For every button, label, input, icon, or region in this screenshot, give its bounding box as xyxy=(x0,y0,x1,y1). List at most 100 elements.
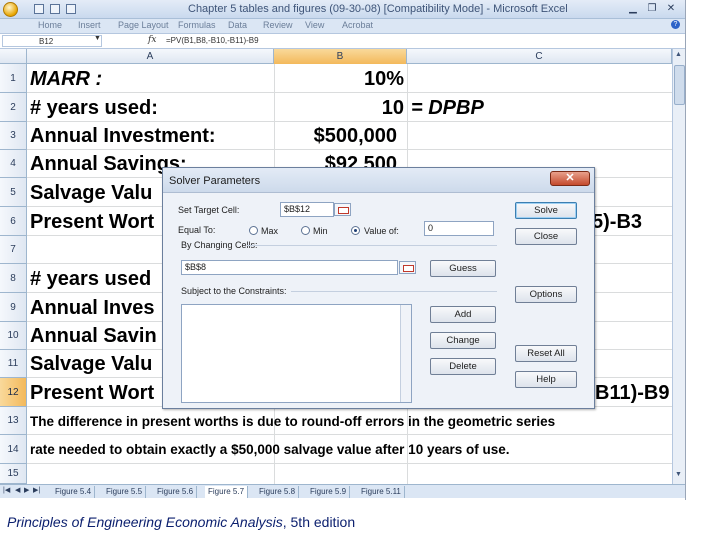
sheet-tab[interactable]: Figure 5.8 xyxy=(256,486,300,498)
cell-a2[interactable]: # years used: xyxy=(30,97,158,120)
cell-c2[interactable]: = DPBP xyxy=(411,97,484,120)
options-button[interactable]: Options xyxy=(515,286,577,303)
sheet-tab[interactable]: Figure 5.11 xyxy=(358,486,405,498)
value-of-input[interactable]: 0 xyxy=(424,221,494,236)
gridline xyxy=(27,149,672,150)
undo-icon[interactable] xyxy=(50,4,60,14)
help-button[interactable]: Help xyxy=(515,371,577,388)
cell-a10[interactable]: Annual Savin xyxy=(30,325,157,348)
tab-data[interactable]: Data xyxy=(228,20,247,30)
office-button-icon[interactable] xyxy=(3,2,18,17)
row-header[interactable]: 8 xyxy=(0,264,27,293)
scroll-up-icon[interactable]: ▲ xyxy=(675,51,682,58)
constraints-list[interactable] xyxy=(181,304,412,403)
prev-sheet-icon[interactable]: ◀ xyxy=(15,486,20,494)
radio-value-of[interactable] xyxy=(351,226,360,235)
cell-a3[interactable]: Annual Investment: xyxy=(30,125,216,148)
radio-min[interactable] xyxy=(301,226,310,235)
cell-b2[interactable]: 10 xyxy=(277,97,404,120)
chevron-down-icon[interactable]: ▼ xyxy=(94,35,101,42)
row-header[interactable]: 9 xyxy=(0,293,27,322)
column-header-c[interactable]: C xyxy=(407,49,672,64)
restore-button[interactable]: ❐ xyxy=(645,2,659,15)
cell-b1[interactable]: 10% xyxy=(277,68,404,91)
constraints-scrollbar[interactable] xyxy=(400,305,411,402)
row-header-selected[interactable]: 12 xyxy=(0,378,27,407)
cell-a11[interactable]: Salvage Valu xyxy=(30,353,152,376)
tab-page-layout[interactable]: Page Layout xyxy=(118,20,169,30)
radio-value-of-label: Value of: xyxy=(364,226,399,236)
cell-a14[interactable]: rate needed to obtain exactly a $50,000 … xyxy=(30,442,510,457)
cell-b3[interactable]: $500,000 xyxy=(277,125,397,148)
help-icon[interactable]: ? xyxy=(671,20,680,29)
row-header[interactable]: 6 xyxy=(0,207,27,236)
sheet-tab[interactable]: Figure 5.4 xyxy=(52,486,96,498)
name-box[interactable]: B12 xyxy=(2,35,102,47)
scroll-thumb[interactable] xyxy=(674,65,685,105)
sheet-tab[interactable]: Figure 5.5 xyxy=(103,486,147,498)
row-header[interactable]: 15 xyxy=(0,464,27,484)
column-header-a[interactable]: A xyxy=(27,49,274,64)
reset-all-button[interactable]: Reset All xyxy=(515,345,577,362)
cell-a6[interactable]: Present Wort xyxy=(30,211,154,234)
changing-cells-input[interactable]: $B$8 xyxy=(181,260,398,275)
add-constraint-button[interactable]: Add xyxy=(430,306,496,323)
delete-constraint-button[interactable]: Delete xyxy=(430,358,496,375)
tab-formulas[interactable]: Formulas xyxy=(178,20,216,30)
row-header[interactable]: 4 xyxy=(0,150,27,178)
sheet-tab[interactable]: Figure 5.9 xyxy=(307,486,351,498)
column-headers: A B C xyxy=(0,49,685,64)
save-icon[interactable] xyxy=(34,4,44,14)
sheet-tab[interactable]: Figure 5.6 xyxy=(154,486,198,498)
cell-a9[interactable]: Annual Inves xyxy=(30,297,154,320)
solve-button[interactable]: Solve xyxy=(515,202,577,219)
tab-review[interactable]: Review xyxy=(263,20,293,30)
minimize-button[interactable]: ▁ xyxy=(626,2,640,15)
row-header[interactable]: 3 xyxy=(0,122,27,150)
collapse-dialog-icon[interactable] xyxy=(399,261,416,274)
sheet-tab-active[interactable]: Figure 5.7 xyxy=(205,486,249,498)
collapse-dialog-icon[interactable] xyxy=(334,203,351,216)
vertical-scrollbar[interactable]: ▲ ▼ xyxy=(672,49,685,484)
row-header[interactable]: 2 xyxy=(0,93,27,122)
scroll-down-icon[interactable]: ▼ xyxy=(675,471,682,478)
row-header[interactable]: 1 xyxy=(0,64,27,93)
cell-a5[interactable]: Salvage Valu xyxy=(30,182,152,205)
window-close-button[interactable]: ✕ xyxy=(664,2,678,15)
cell-c6[interactable]: 5)-B3 xyxy=(592,211,642,234)
first-sheet-icon[interactable]: |◀ xyxy=(3,486,10,494)
tab-home[interactable]: Home xyxy=(38,20,62,30)
cell-a1[interactable]: MARR : xyxy=(30,68,102,91)
cell-c12[interactable]: B11)-B9 xyxy=(595,382,669,405)
gridline xyxy=(27,121,672,122)
row-header[interactable]: 14 xyxy=(0,435,27,464)
last-sheet-icon[interactable]: ▶| xyxy=(33,486,40,494)
row-header[interactable]: 10 xyxy=(0,322,27,350)
radio-max[interactable] xyxy=(249,226,258,235)
set-target-label: Set Target Cell: xyxy=(178,205,240,215)
change-constraint-button[interactable]: Change xyxy=(430,332,496,349)
insert-function-icon[interactable]: fx xyxy=(148,35,156,45)
cell-a8[interactable]: # years used xyxy=(30,268,151,291)
formula-input[interactable]: =PV(B1,B8,-B10,-B11)-B9 xyxy=(166,36,259,45)
next-sheet-icon[interactable]: ▶ xyxy=(24,486,29,494)
row-header[interactable]: 13 xyxy=(0,407,27,435)
cell-a13[interactable]: The difference in present worths is due … xyxy=(30,414,555,429)
tab-acrobat[interactable]: Acrobat xyxy=(342,20,373,30)
select-all-corner[interactable] xyxy=(0,49,27,64)
dialog-close-button[interactable]: ✕ xyxy=(550,171,590,186)
row-header[interactable]: 11 xyxy=(0,350,27,378)
close-button[interactable]: Close xyxy=(515,228,577,245)
row-header[interactable]: 7 xyxy=(0,236,27,264)
row-header[interactable]: 5 xyxy=(0,178,27,207)
column-header-b[interactable]: B xyxy=(274,49,407,64)
set-target-input[interactable]: $B$12 xyxy=(280,202,334,217)
guess-button[interactable]: Guess xyxy=(430,260,496,277)
cell-a12[interactable]: Present Wort xyxy=(30,382,154,405)
equal-to-label: Equal To: xyxy=(178,225,216,235)
footer-caption: Principles of Engineering Economic Analy… xyxy=(7,514,355,530)
tab-insert[interactable]: Insert xyxy=(78,20,101,30)
tab-view[interactable]: View xyxy=(305,20,324,30)
edition: , 5th edition xyxy=(282,514,356,530)
redo-icon[interactable] xyxy=(66,4,76,14)
